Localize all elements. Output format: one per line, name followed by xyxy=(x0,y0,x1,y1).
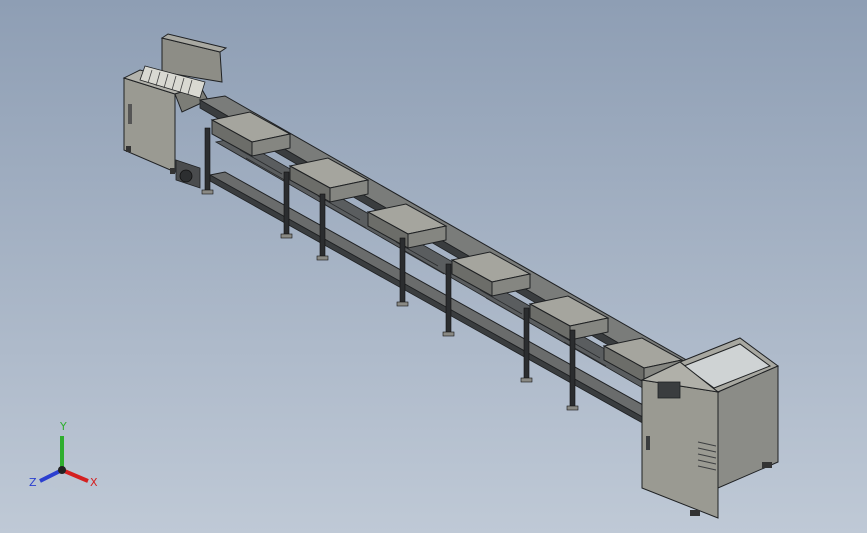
conveyor-module[interactable] xyxy=(288,157,370,203)
cad-viewport[interactable]: Y X Z xyxy=(0,0,867,533)
y-axis-label: Y xyxy=(59,420,67,433)
conveyor-assembly-model[interactable]: Y X Z xyxy=(0,0,867,533)
conveyor-module[interactable] xyxy=(366,203,448,249)
x-axis-label: X xyxy=(90,476,98,489)
z-axis-label: Z xyxy=(29,476,37,489)
conveyor-module[interactable] xyxy=(450,251,532,297)
conveyor-module[interactable] xyxy=(210,111,292,157)
conveyor-module[interactable] xyxy=(528,295,610,341)
axis-triad: Y X Z xyxy=(29,420,98,492)
